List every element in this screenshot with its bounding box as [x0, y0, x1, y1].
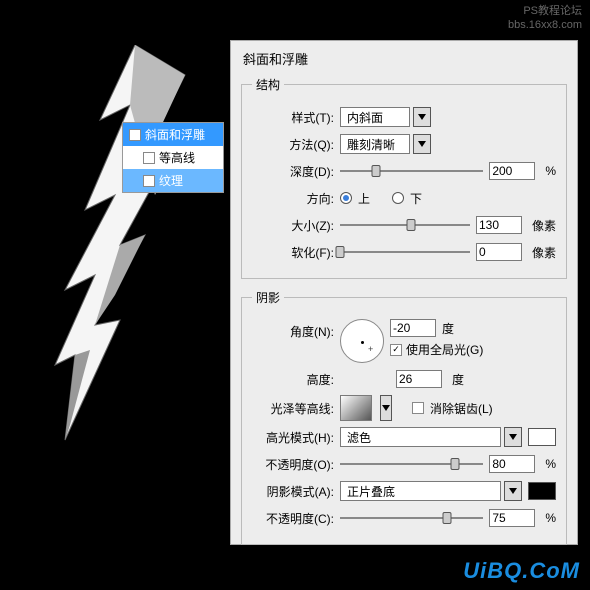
- list-item-bevel[interactable]: ✓ 斜面和浮雕: [123, 123, 223, 146]
- chevron-down-icon[interactable]: [413, 107, 431, 127]
- angle-wheel[interactable]: +: [340, 319, 384, 363]
- size-input[interactable]: [476, 216, 522, 234]
- dir-down-label: 下: [410, 190, 422, 207]
- global-label: 使用全局光(G): [406, 341, 483, 358]
- method-combo[interactable]: 雕刻清晰: [340, 134, 431, 154]
- dir-up-label: 上: [358, 190, 370, 207]
- chevron-down-icon[interactable]: [380, 395, 392, 421]
- style-list[interactable]: ✓ 斜面和浮雕 等高线 纹理: [122, 122, 224, 193]
- deg-unit2: 度: [452, 371, 464, 388]
- lightning-art: [35, 45, 195, 515]
- sh-op-label: 不透明度(C):: [252, 510, 334, 527]
- hl-value: 滤色: [340, 427, 501, 447]
- px-unit: 像素: [532, 217, 556, 234]
- hl-op-input[interactable]: [489, 455, 535, 473]
- soft-slider[interactable]: [340, 245, 470, 259]
- shadow-legend: 阴影: [252, 289, 284, 306]
- hl-color-swatch[interactable]: [528, 428, 556, 446]
- dir-label: 方向:: [252, 190, 334, 207]
- sh-op-input[interactable]: [489, 509, 535, 527]
- sh-op-slider[interactable]: [340, 511, 483, 525]
- hl-label: 高光模式(H):: [252, 429, 334, 446]
- chevron-down-icon[interactable]: [413, 134, 431, 154]
- watermark-top: PS教程论坛 bbs.16xx8.com: [508, 4, 582, 32]
- hl-op-label: 不透明度(O):: [252, 456, 334, 473]
- list-label: 纹理: [159, 172, 183, 189]
- dir-down-radio[interactable]: [392, 192, 404, 204]
- angle-label: 角度(N):: [252, 323, 334, 340]
- list-label: 等高线: [159, 149, 195, 166]
- soft-label: 软化(F):: [252, 244, 334, 261]
- size-label: 大小(Z):: [252, 217, 334, 234]
- pct3: %: [545, 511, 556, 525]
- px-unit2: 像素: [532, 244, 556, 261]
- shadow-group: 阴影 角度(N): + 度 ✓ 使用全局光(G) 高度: 度 光泽等高线:: [241, 289, 567, 545]
- global-checkbox[interactable]: ✓: [390, 344, 402, 356]
- method-label: 方法(Q):: [252, 136, 334, 153]
- angle-input[interactable]: [390, 319, 436, 337]
- structure-legend: 结构: [252, 76, 284, 93]
- sh-label: 阴影模式(A):: [252, 483, 334, 500]
- list-item-texture[interactable]: 纹理: [123, 169, 223, 192]
- gloss-label: 光泽等高线:: [252, 400, 334, 417]
- dir-up-radio[interactable]: [340, 192, 352, 204]
- checkbox-icon[interactable]: [143, 152, 155, 164]
- sh-value: 正片叠底: [340, 481, 501, 501]
- sh-combo[interactable]: 正片叠底: [340, 481, 522, 501]
- wm-line1: PS教程论坛: [508, 4, 582, 18]
- bevel-panel: 斜面和浮雕 结构 样式(T): 内斜面 方法(Q): 雕刻清晰 深度(D): %…: [230, 40, 578, 545]
- size-slider[interactable]: [340, 218, 470, 232]
- watermark-bottom: UiBQ.CoM: [463, 558, 580, 584]
- hl-op-slider[interactable]: [340, 457, 483, 471]
- list-item-contour[interactable]: 等高线: [123, 146, 223, 169]
- method-value: 雕刻清晰: [340, 134, 410, 154]
- sh-color-swatch[interactable]: [528, 482, 556, 500]
- checkbox-icon[interactable]: ✓: [129, 129, 141, 141]
- checkbox-icon[interactable]: [143, 175, 155, 187]
- soft-input[interactable]: [476, 243, 522, 261]
- pct2: %: [545, 457, 556, 471]
- style-value: 内斜面: [340, 107, 410, 127]
- aa-label: 消除锯齿(L): [430, 400, 493, 417]
- pct-unit: %: [545, 164, 556, 178]
- alt-label: 高度:: [252, 371, 334, 388]
- aa-checkbox[interactable]: [412, 402, 424, 414]
- depth-label: 深度(D):: [252, 163, 334, 180]
- chevron-down-icon[interactable]: [504, 427, 522, 447]
- structure-group: 结构 样式(T): 内斜面 方法(Q): 雕刻清晰 深度(D): % 方向: 上: [241, 76, 567, 279]
- list-label: 斜面和浮雕: [145, 126, 205, 143]
- chevron-down-icon[interactable]: [504, 481, 522, 501]
- style-label: 样式(T):: [252, 109, 334, 126]
- depth-input[interactable]: [489, 162, 535, 180]
- contour-preview[interactable]: [340, 395, 372, 421]
- depth-slider[interactable]: [340, 164, 483, 178]
- hl-combo[interactable]: 滤色: [340, 427, 522, 447]
- alt-input[interactable]: [396, 370, 442, 388]
- wm-line2: bbs.16xx8.com: [508, 18, 582, 32]
- deg-unit: 度: [442, 320, 454, 337]
- panel-title: 斜面和浮雕: [243, 49, 567, 68]
- style-combo[interactable]: 内斜面: [340, 107, 431, 127]
